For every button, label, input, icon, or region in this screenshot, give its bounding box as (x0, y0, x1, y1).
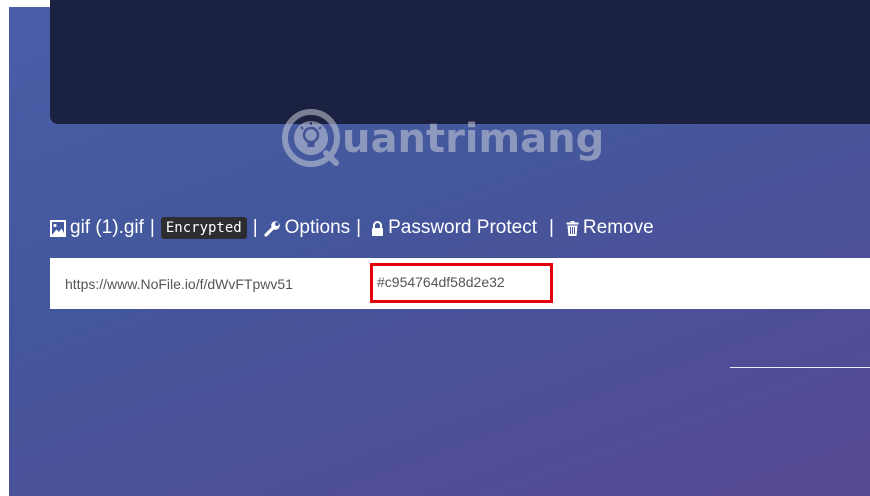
wrench-icon (264, 220, 281, 237)
file-name: gif (1).gif (70, 217, 144, 238)
watermark: uantrimang (282, 104, 604, 172)
separator: | (149, 217, 155, 238)
share-url-field[interactable]: https://www.NoFile.io/f/dWvFTpwv51 #c954… (50, 258, 870, 309)
lightbulb-logo-icon (282, 109, 340, 167)
share-url-base: https://www.NoFile.io/f/dWvFTpwv51 (65, 275, 293, 292)
remove-label: Remove (582, 217, 654, 238)
options-link[interactable]: Options (264, 217, 350, 239)
image-file-icon (50, 219, 66, 237)
file-info-row: gif (1).gif | Encrypted | Options | Pass… (50, 215, 654, 241)
decryption-key: #c954764df58d2e32 (377, 274, 505, 290)
options-label: Options (284, 217, 351, 238)
separator: | (548, 217, 554, 238)
remove-link[interactable]: Remove (566, 217, 654, 239)
watermark-text: uantrimang (342, 116, 605, 162)
encrypted-badge: Encrypted (160, 217, 247, 239)
left-edge (0, 0, 9, 496)
separator: | (356, 217, 362, 238)
password-protect-label: Password Protect (388, 217, 537, 238)
password-protect-link[interactable]: Password Protect (371, 217, 537, 239)
trash-icon (566, 220, 579, 236)
divider (730, 367, 870, 368)
separator: | (252, 217, 258, 238)
lock-icon (371, 220, 384, 236)
